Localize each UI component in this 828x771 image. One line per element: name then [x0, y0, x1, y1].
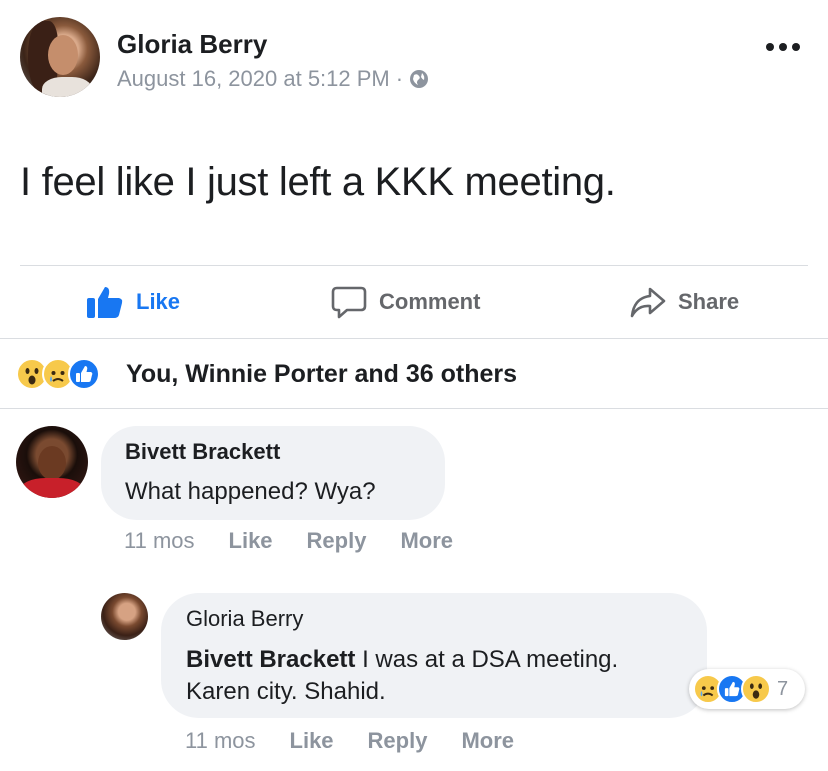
comment-like-button[interactable]: Like [229, 528, 273, 554]
reactions-summary[interactable]: You, Winnie Porter and 36 others [126, 360, 517, 389]
post-meta: August 16, 2020 at 5:12 PM · [117, 66, 429, 92]
divider [0, 338, 828, 339]
comment-actions: 11 mos Like Reply More [124, 528, 453, 554]
comment-author-name[interactable]: Bivett Brackett [125, 439, 280, 465]
comment-more-button[interactable]: More [400, 528, 453, 554]
reply-more-button[interactable]: More [461, 728, 514, 754]
like-button[interactable]: Like [86, 283, 180, 321]
post-timestamp[interactable]: August 16, 2020 at 5:12 PM [117, 66, 390, 92]
author-avatar[interactable] [20, 17, 100, 97]
share-button[interactable]: Share [630, 283, 739, 321]
reply-author-avatar[interactable] [101, 593, 148, 640]
share-label: Share [678, 289, 740, 314]
comment-icon [331, 286, 367, 319]
reply-reaction-count: 7 [777, 677, 789, 700]
wow-reaction-icon [741, 674, 771, 704]
reply-like-button[interactable]: Like [290, 728, 334, 754]
reply-author-name[interactable]: Gloria Berry [186, 606, 303, 632]
comment-label: Comment [379, 289, 481, 314]
like-reaction-icon [68, 358, 100, 390]
comment-time[interactable]: 11 mos [124, 528, 195, 554]
thumbs-up-icon [87, 287, 123, 318]
reply-mention[interactable]: Bivett Brackett [186, 646, 355, 673]
comment-text: What happened? Wya? [125, 478, 376, 505]
reply-reply-button[interactable]: Reply [368, 728, 428, 754]
divider [0, 408, 828, 409]
divider [20, 265, 808, 266]
reply-text: Bivett Brackett I was at a DSA meeting. … [186, 644, 666, 708]
comment-button[interactable]: Comment [331, 283, 480, 321]
reply-time[interactable]: 11 mos [185, 728, 256, 754]
commenter-avatar[interactable] [16, 426, 88, 498]
post-text: I feel like I just left a KKK meeting. [20, 160, 616, 204]
more-options-icon[interactable] [766, 40, 802, 54]
meta-separator: · [395, 66, 404, 91]
comment-reply-button[interactable]: Reply [307, 528, 367, 554]
reactions-icons[interactable] [16, 357, 100, 391]
post-author-name[interactable]: Gloria Berry [117, 29, 267, 60]
reply-reactions[interactable]: 7 [689, 669, 805, 709]
reply-actions: 11 mos Like Reply More [185, 728, 514, 754]
globe-icon [410, 70, 429, 88]
share-arrow-icon [630, 287, 666, 318]
like-label: Like [136, 289, 181, 314]
